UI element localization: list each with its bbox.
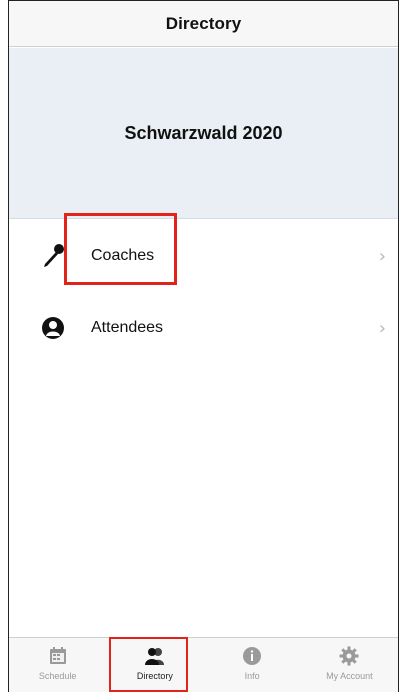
page-title: Directory bbox=[165, 13, 242, 33]
info-icon bbox=[243, 647, 262, 665]
tab-info[interactable]: Info bbox=[204, 638, 301, 692]
event-banner: Schwarzwald 2020 bbox=[9, 48, 398, 219]
gear-icon bbox=[339, 646, 359, 666]
tab-label: My Account bbox=[326, 671, 373, 681]
tab-my-account[interactable]: My Account bbox=[301, 638, 398, 692]
tab-schedule[interactable]: Schedule bbox=[9, 638, 106, 692]
people-icon bbox=[144, 648, 164, 665]
tab-label: Info bbox=[244, 671, 260, 681]
person-icon bbox=[39, 314, 67, 342]
chevron-right-icon: › bbox=[378, 245, 386, 267]
list-item-label: Coaches bbox=[91, 247, 155, 264]
tab-label: Schedule bbox=[38, 671, 77, 681]
microphone-icon bbox=[39, 242, 67, 270]
chevron-right-icon: › bbox=[378, 317, 386, 339]
list-item-attendees[interactable]: Attendees › bbox=[9, 292, 398, 364]
list-item-label: Attendees bbox=[91, 319, 164, 336]
directory-list: Coaches › Attendees › bbox=[9, 220, 398, 364]
tab-label: Directory bbox=[136, 671, 173, 681]
nav-bar: Directory bbox=[9, 1, 398, 47]
list-item-coaches[interactable]: Coaches › bbox=[9, 220, 398, 292]
tab-directory[interactable]: Directory bbox=[106, 638, 203, 692]
tab-bar: Schedule Directory Info My Account bbox=[9, 637, 398, 692]
event-name: Schwarzwald 2020 bbox=[124, 122, 283, 143]
calendar-icon bbox=[49, 647, 66, 664]
app-screen: Directory Schwarzwald 2020 Coaches › Att… bbox=[8, 0, 399, 692]
